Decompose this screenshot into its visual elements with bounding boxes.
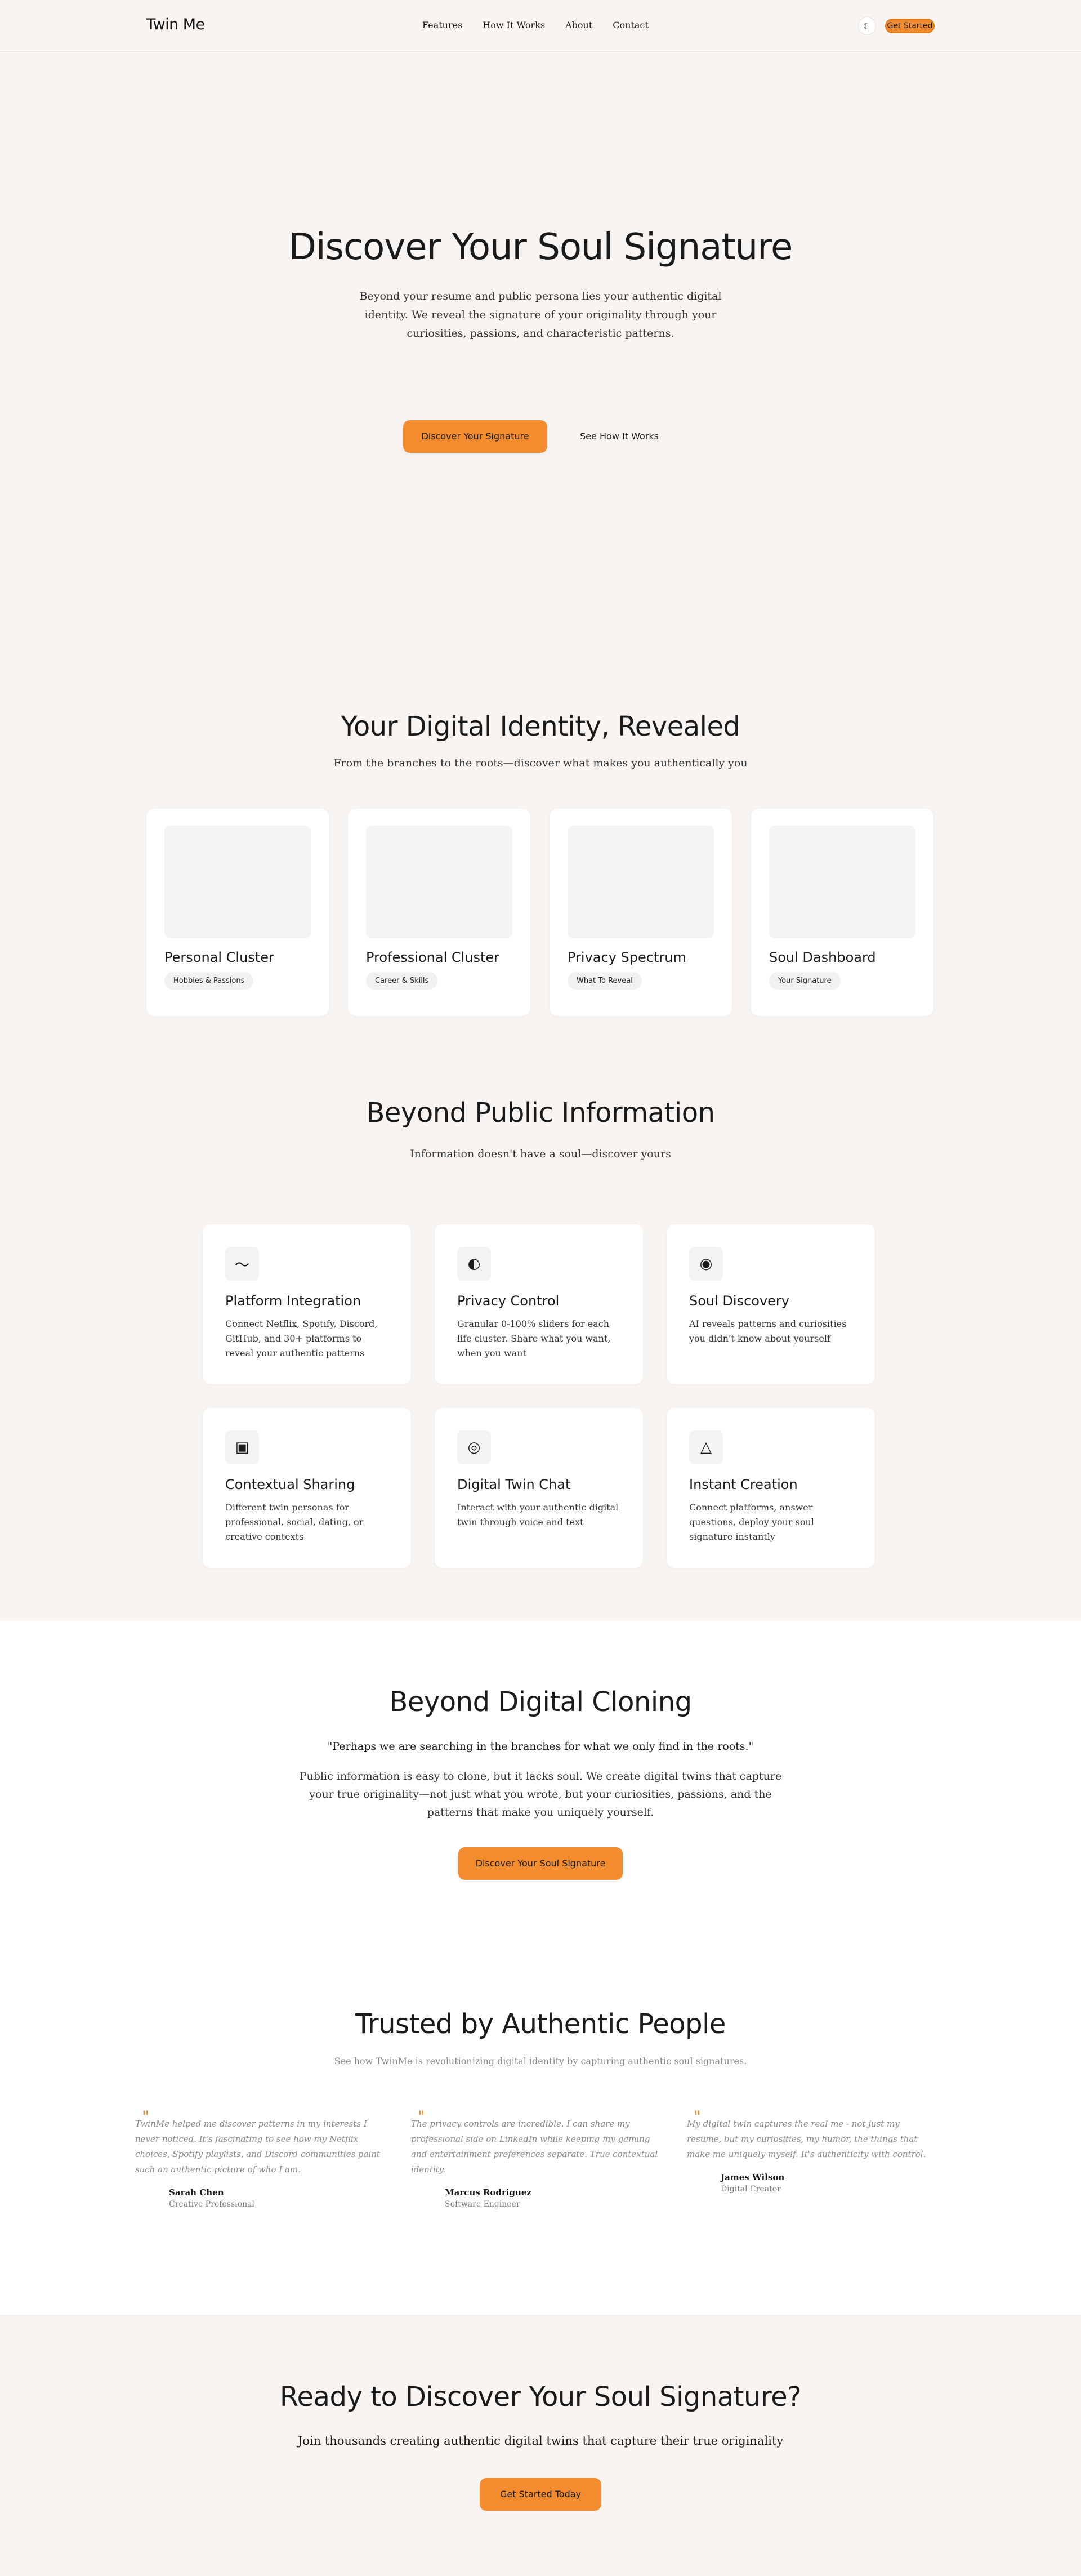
card-image-placeholder <box>164 826 311 938</box>
identity-card[interactable]: Soul Dashboard Your Signature <box>751 809 933 1016</box>
feature-card: ◐ Privacy Control Granular 0-100% slider… <box>435 1224 643 1384</box>
quote-icon: " <box>142 2107 149 2126</box>
feature-card: 〜 Platform Integration Connect Netflix, … <box>203 1224 411 1384</box>
feature-title: Instant Creation <box>689 1477 798 1492</box>
hero-description: Beyond your resume and public persona li… <box>359 290 722 340</box>
theme-toggle-button[interactable]: ☾ <box>858 17 876 35</box>
square-icon: ▣ <box>225 1430 259 1464</box>
identity-title: Your Digital Identity, Revealed <box>341 711 740 742</box>
discover-signature-button[interactable]: Discover Your Signature <box>403 420 547 453</box>
testimonial-role: Software Engineer <box>445 2200 520 2209</box>
nav-how-it-works[interactable]: How It Works <box>483 20 545 30</box>
moon-icon: ☾ <box>863 20 872 32</box>
nav-about[interactable]: About <box>565 20 592 30</box>
cta-subtitle: Join thousands creating authentic digita… <box>297 2434 784 2448</box>
feature-card: ▣ Contextual Sharing Different twin pers… <box>203 1408 411 1568</box>
features-section: Beyond Public Information Information do… <box>0 1052 1081 1621</box>
testimonial-role: Creative Professional <box>169 2200 254 2209</box>
identity-section: Your Digital Identity, Revealed From the… <box>0 609 1081 1052</box>
nav-features[interactable]: Features <box>422 20 462 30</box>
site-header: Twin Me Features How It Works About Cont… <box>0 0 1081 52</box>
feature-title: Contextual Sharing <box>225 1477 355 1492</box>
testimonial-name: Marcus Rodriguez <box>445 2187 531 2198</box>
card-title: Professional Cluster <box>366 950 500 965</box>
quote-icon: " <box>418 2107 425 2126</box>
feature-card: △ Instant Creation Connect platforms, an… <box>667 1408 875 1568</box>
cloning-section: Beyond Digital Cloning "Perhaps we are s… <box>0 1621 1081 1963</box>
get-started-today-button[interactable]: Get Started Today <box>480 2478 601 2511</box>
nav-contact[interactable]: Contact <box>613 20 649 30</box>
quote-icon: " <box>694 2107 701 2126</box>
card-title: Soul Dashboard <box>769 950 876 965</box>
card-image-placeholder <box>568 826 714 938</box>
hero-section: Discover Your Soul Signature Beyond your… <box>0 52 1081 609</box>
cloning-title: Beyond Digital Cloning <box>389 1686 692 1718</box>
testimonial-card: " The privacy controls are incredible. I… <box>411 2107 659 2209</box>
identity-card[interactable]: Professional Cluster Career & Skills <box>348 809 530 1016</box>
cloning-body: Public information is easy to clone, but… <box>299 1770 782 1819</box>
feature-title: Privacy Control <box>457 1293 560 1309</box>
card-title: Personal Cluster <box>164 950 274 965</box>
logo[interactable]: Twin Me <box>146 16 205 33</box>
identity-cards: Personal Cluster Hobbies & Passions Prof… <box>146 809 933 1016</box>
features-grid: 〜 Platform Integration Connect Netflix, … <box>203 1224 875 1568</box>
hero-title: Discover Your Soul Signature <box>288 226 793 268</box>
feature-text: Interact with your authentic digital twi… <box>457 1502 619 1527</box>
card-tag: What To Reveal <box>568 972 642 990</box>
feature-title: Platform Integration <box>225 1293 361 1309</box>
card-tag: Your Signature <box>769 972 841 990</box>
discover-soul-signature-button[interactable]: Discover Your Soul Signature <box>458 1847 623 1880</box>
cta-section: Ready to Discover Your Soul Signature? J… <box>0 2315 1081 2576</box>
half-circle-icon: ◐ <box>457 1247 491 1281</box>
feature-text: Different twin personas for professional… <box>225 1502 364 1542</box>
get-started-button[interactable]: Get Started <box>885 19 935 33</box>
feature-text: Granular 0-100% sliders for each life cl… <box>457 1318 611 1358</box>
testimonial-card: " My digital twin captures the real me -… <box>687 2107 935 2194</box>
triangle-icon: △ <box>689 1430 723 1464</box>
card-tag: Hobbies & Passions <box>164 972 254 990</box>
testimonials-section: Trusted by Authentic People See how Twin… <box>0 1963 1081 2315</box>
cta-title: Ready to Discover Your Soul Signature? <box>279 2381 802 2413</box>
see-how-it-works-button[interactable]: See How It Works <box>569 420 670 453</box>
testimonial-quote: My digital twin captures the real me - n… <box>687 2119 926 2159</box>
ring-icon: ◎ <box>457 1430 491 1464</box>
testimonials-subtitle: See how TwinMe is revolutionizing digita… <box>334 2056 747 2066</box>
features-subtitle: Information doesn't have a soul—discover… <box>410 1148 671 1160</box>
cloning-quote: "Perhaps we are searching in the branche… <box>327 1740 754 1753</box>
identity-subtitle: From the branches to the roots—discover … <box>333 757 748 769</box>
features-title: Beyond Public Information <box>366 1097 715 1129</box>
identity-card[interactable]: Personal Cluster Hobbies & Passions <box>146 809 329 1016</box>
testimonials-title: Trusted by Authentic People <box>355 2008 726 2040</box>
testimonial-card: " TwinMe helped me discover patterns in … <box>135 2107 383 2209</box>
feature-text: Connect platforms, answer questions, dep… <box>689 1502 814 1542</box>
card-title: Privacy Spectrum <box>568 950 686 965</box>
card-tag: Career & Skills <box>366 972 438 990</box>
testimonial-quote: The privacy controls are incredible. I c… <box>411 2119 658 2174</box>
testimonial-role: Digital Creator <box>721 2185 781 2194</box>
testimonial-name: James Wilson <box>721 2172 785 2182</box>
wave-icon: 〜 <box>225 1247 259 1281</box>
card-image-placeholder <box>769 826 915 938</box>
feature-title: Soul Discovery <box>689 1293 789 1309</box>
testimonial-name: Sarah Chen <box>169 2187 224 2198</box>
identity-card[interactable]: Privacy Spectrum What To Reveal <box>550 809 732 1016</box>
feature-text: AI reveals patterns and curiosities you … <box>689 1318 847 1344</box>
testimonial-quote: TwinMe helped me discover patterns in my… <box>135 2119 380 2174</box>
main-nav: Features How It Works About Contact <box>422 20 649 30</box>
feature-card: ◎ Digital Twin Chat Interact with your a… <box>435 1408 643 1568</box>
feature-title: Digital Twin Chat <box>457 1477 571 1492</box>
card-image-placeholder <box>366 826 512 938</box>
feature-text: Connect Netflix, Spotify, Discord, GitHu… <box>225 1318 378 1358</box>
target-icon: ◉ <box>689 1247 723 1281</box>
feature-card: ◉ Soul Discovery AI reveals patterns and… <box>667 1224 875 1384</box>
